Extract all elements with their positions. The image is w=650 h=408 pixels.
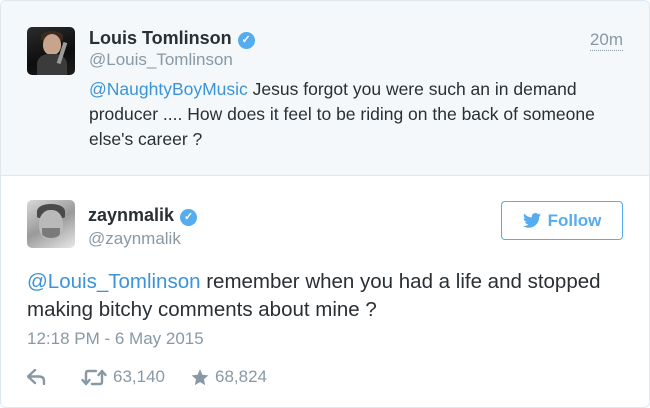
user-avatar[interactable] [27,200,75,248]
parent-handle[interactable]: @Louis_Tomlinson [89,50,233,70]
favorite-count: 68,824 [215,367,267,386]
display-name[interactable]: zaynmalik ✓ [88,205,198,226]
tweet-actions: 63,140 68,824 [27,365,267,389]
tweet-timestamp[interactable]: 12:18 PM - 6 May 2015 [27,329,204,349]
parent-timestamp[interactable]: 20m [589,30,623,51]
retweet-icon [81,369,107,385]
follow-button[interactable]: Follow [501,201,623,240]
parent-avatar[interactable] [27,27,75,75]
parent-tweet-text: @NaughtyBoyMusic Jesus forgot you were s… [89,77,629,152]
parent-mention-link[interactable]: @NaughtyBoyMusic [89,79,248,99]
tweet-card: Louis Tomlinson ✓ @Louis_Tomlinson 20m @N… [0,0,650,408]
favorite-button[interactable]: 68,824 [191,367,267,387]
verified-badge-icon: ✓ [237,32,255,49]
parent-display-name[interactable]: Louis Tomlinson ✓ [89,28,255,49]
reply-button[interactable] [27,369,47,385]
favorite-star-icon [191,368,209,385]
retweet-button[interactable]: 63,140 [81,367,165,387]
retweet-count: 63,140 [113,367,165,386]
follow-label: Follow [547,210,602,230]
user-handle[interactable]: @zaynmalik [88,229,181,249]
twitter-bird-icon [522,213,541,228]
verified-badge-icon: ✓ [180,209,198,226]
reply-icon [27,369,46,385]
tweet-text: @Louis_Tomlinson remember when you had a… [27,268,627,324]
quoted-parent-tweet[interactable]: Louis Tomlinson ✓ @Louis_Tomlinson 20m @N… [1,1,649,176]
mention-link[interactable]: @Louis_Tomlinson [27,270,201,293]
